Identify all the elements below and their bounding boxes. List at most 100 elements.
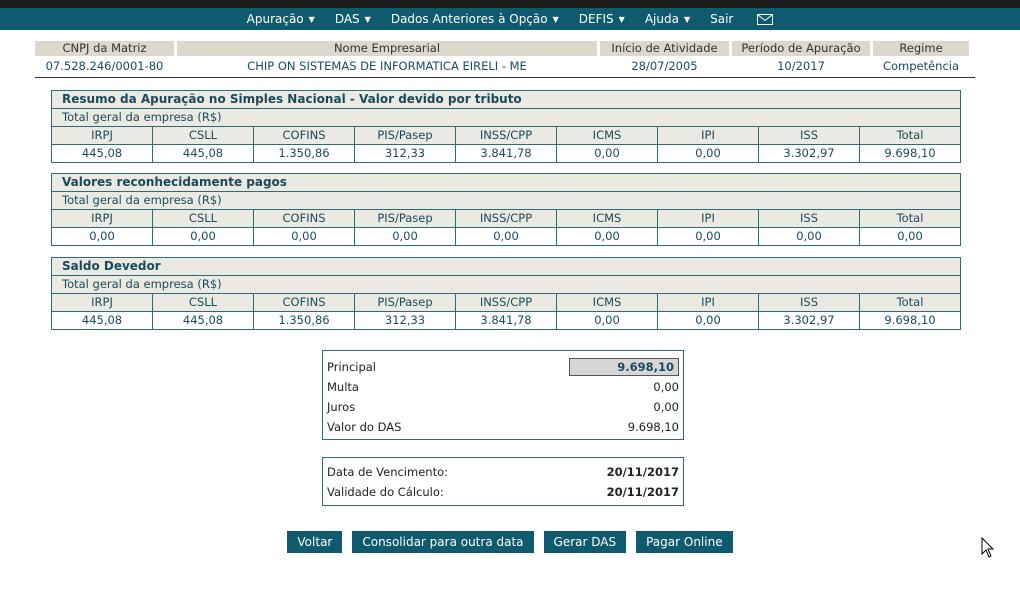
mail-link[interactable] <box>743 13 783 25</box>
cell-icms: 0,00 <box>557 228 658 245</box>
nav-label: Apuração <box>246 12 304 26</box>
vencimento-value: 20/11/2017 <box>606 465 679 479</box>
periodo-value: 10/2017 <box>777 59 825 73</box>
vencimento-row: Data de Vencimento: 20/11/2017 <box>323 462 683 482</box>
cell-pis: 312,33 <box>355 312 456 329</box>
nav-ajuda[interactable]: Ajuda ▼ <box>635 12 700 26</box>
valor-das-label: Valor do DAS <box>327 420 402 434</box>
cell-ipi: 0,00 <box>658 312 759 329</box>
col-header: IPI <box>658 210 759 227</box>
cell-csll: 445,08 <box>153 145 254 162</box>
col-header: INSS/CPP <box>456 210 557 227</box>
main-nav: Apuração ▼ DAS ▼ Dados Anteriores à Opção ▼… <box>0 8 1020 30</box>
cell-cofins: 1.350,86 <box>254 145 355 162</box>
dates-box: Data de Vencimento: 20/11/2017 Validade … <box>322 457 684 506</box>
pagar-online-button[interactable]: Pagar Online <box>636 531 733 553</box>
gerar-das-button[interactable]: Gerar DAS <box>543 531 627 553</box>
juros-label: Juros <box>327 400 356 414</box>
table-header-row: IRPJ CSLL COFINS PIS/Pasep INSS/CPP ICMS… <box>52 294 960 312</box>
section-title: Valores reconhecidamente pagos <box>52 174 960 192</box>
principal-label: Principal <box>327 360 377 374</box>
voltar-button[interactable]: Voltar <box>287 531 343 553</box>
regime-value: Competência <box>882 59 960 73</box>
cell-irpj: 445,08 <box>52 312 153 329</box>
cell-irpj: 0,00 <box>52 228 153 245</box>
validade-value: 20/11/2017 <box>606 485 679 499</box>
inicio-header: Início de Atividade <box>600 41 729 56</box>
action-buttons: Voltar Consolidar para outra data Gerar … <box>0 531 1020 553</box>
nav-label: Sair <box>710 12 734 26</box>
juros-row: Juros 0,00 <box>323 397 683 417</box>
nav-apuracao[interactable]: Apuração ▼ <box>237 12 325 26</box>
cell-pis: 0,00 <box>355 228 456 245</box>
section-title: Saldo Devedor <box>52 258 960 276</box>
table-row: 0,00 0,00 0,00 0,00 0,00 0,00 0,00 0,00 … <box>52 228 960 245</box>
mail-icon <box>757 13 774 25</box>
col-header: IRPJ <box>52 127 153 144</box>
nav-label: Dados Anteriores à Opção <box>390 12 548 26</box>
col-header: IRPJ <box>52 210 153 227</box>
multa-value: 0,00 <box>653 380 679 394</box>
cell-inss: 3.841,78 <box>456 145 557 162</box>
nav-dados-anteriores[interactable]: Dados Anteriores à Opção ▼ <box>381 12 569 26</box>
multa-row: Multa 0,00 <box>323 377 683 397</box>
nav-label: DEFIS <box>578 12 614 26</box>
cell-iss: 3.302,97 <box>759 145 860 162</box>
col-header: IRPJ <box>52 294 153 311</box>
col-header: ICMS <box>557 294 658 311</box>
section-resumo: Resumo da Apuração no Simples Nacional -… <box>51 90 961 163</box>
col-header: IPI <box>658 127 759 144</box>
nav-das[interactable]: DAS ▼ <box>325 12 381 26</box>
col-header: CSLL <box>153 210 254 227</box>
col-header: ICMS <box>557 210 658 227</box>
juros-value: 0,00 <box>653 400 679 414</box>
cell-csll: 445,08 <box>153 312 254 329</box>
cell-cofins: 0,00 <box>254 228 355 245</box>
col-header: INSS/CPP <box>456 294 557 311</box>
chevron-down-icon: ▼ <box>364 14 371 24</box>
periodo-header: Período de Apuração <box>732 41 870 56</box>
cell-iss: 3.302,97 <box>759 312 860 329</box>
section-subtitle: Total geral da empresa (R$) <box>52 276 960 294</box>
nav-label: DAS <box>334 12 360 26</box>
cell-csll: 0,00 <box>153 228 254 245</box>
section-pagos: Valores reconhecidamente pagos Total ger… <box>51 173 961 246</box>
col-header: CSLL <box>153 294 254 311</box>
col-header: Total <box>860 127 960 144</box>
col-header: Total <box>860 294 960 311</box>
chevron-down-icon: ▼ <box>683 14 691 24</box>
nav-defis[interactable]: DEFIS ▼ <box>569 12 635 26</box>
consolidar-button[interactable]: Consolidar para outra data <box>352 531 534 553</box>
vencimento-label: Data de Vencimento: <box>327 465 448 479</box>
section-subtitle: Total geral da empresa (R$) <box>52 192 960 210</box>
cell-cofins: 1.350,86 <box>254 312 355 329</box>
nav-sair[interactable]: Sair <box>700 12 743 26</box>
nome-header: Nome Empresarial <box>177 41 597 56</box>
chevron-down-icon: ▼ <box>618 14 625 24</box>
validade-label: Validade do Cálculo: <box>327 485 444 499</box>
cell-icms: 0,00 <box>557 312 658 329</box>
cell-inss: 3.841,78 <box>456 312 557 329</box>
mouse-cursor-icon <box>981 537 995 558</box>
chevron-down-icon: ▼ <box>308 14 315 24</box>
col-header: COFINS <box>254 127 355 144</box>
chevron-down-icon: ▼ <box>552 14 559 24</box>
valor-das-value: 9.698,10 <box>627 420 679 434</box>
window-top-strip <box>0 0 1020 8</box>
col-header: PIS/Pasep <box>355 294 456 311</box>
cell-ipi: 0,00 <box>658 145 759 162</box>
cnpj-value: 07.528.246/0001-80 <box>45 59 164 73</box>
col-header: ISS <box>759 294 860 311</box>
cell-iss: 0,00 <box>759 228 860 245</box>
cell-total: 0,00 <box>897 229 923 243</box>
cell-ipi: 0,00 <box>658 228 759 245</box>
col-header: IPI <box>658 294 759 311</box>
company-info-values: 07.528.246/0001-80 CHIP ON SISTEMAS DE I… <box>35 56 975 76</box>
principal-value: 9.698,10 <box>569 358 679 376</box>
section-subtitle: Total geral da empresa (R$) <box>52 109 960 127</box>
col-header: PIS/Pasep <box>355 127 456 144</box>
section-title: Resumo da Apuração no Simples Nacional -… <box>52 91 960 109</box>
cell-total: 9.698,10 <box>884 146 936 160</box>
table-row: 445,08 445,08 1.350,86 312,33 3.841,78 0… <box>52 312 960 329</box>
col-header: CSLL <box>153 127 254 144</box>
